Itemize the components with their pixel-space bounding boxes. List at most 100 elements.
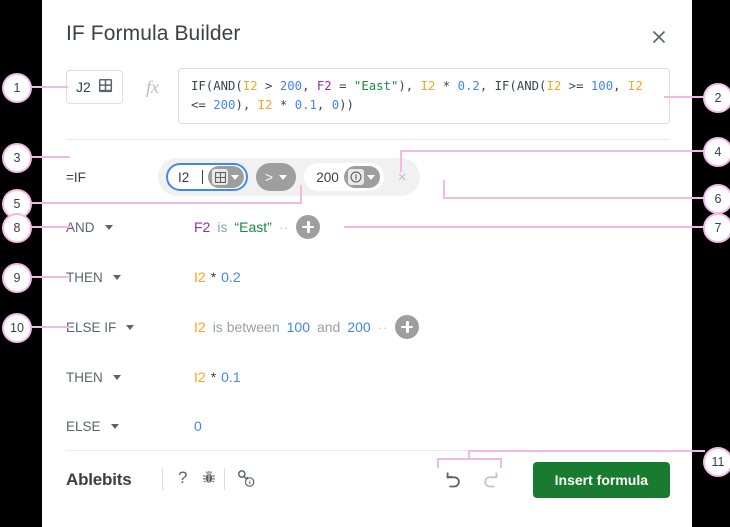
if-formula-builder-dialog: IF Formula Builder J2 fx IF(AND(I2 > 200…	[42, 0, 692, 527]
then-2-operator: *	[210, 369, 217, 385]
plus-icon	[296, 215, 321, 239]
formula-token: I2	[546, 79, 562, 93]
chevron-down-icon	[279, 174, 288, 180]
callout-2: 2	[703, 83, 730, 113]
callout-leader-11b	[500, 458, 502, 468]
insert-formula-button[interactable]: Insert formula	[532, 462, 670, 498]
reference-input-value: I2	[178, 169, 190, 185]
row-label-else-if: ELSE IF	[66, 320, 158, 335]
operator-value: >	[265, 169, 274, 185]
reference-input[interactable]: I2	[166, 163, 248, 191]
callout-leader-4a	[400, 150, 402, 172]
delete-condition-button[interactable]: ×	[392, 170, 413, 185]
condition-row-else-if: ELSE IF I2 is between 100 and 200 ··	[66, 314, 670, 340]
formula-token: ,	[316, 98, 332, 112]
text-cursor	[202, 170, 203, 184]
row-label-then-2: THEN	[66, 370, 158, 385]
else-expression[interactable]: 0	[194, 418, 202, 434]
chevron-down-icon[interactable]	[112, 374, 121, 380]
callout-leader-5b	[28, 202, 302, 204]
chevron-down-icon[interactable]	[110, 423, 119, 429]
divider-top	[66, 139, 670, 140]
cell-reference-label: J2	[76, 79, 91, 95]
formula-token: 200	[279, 79, 303, 93]
chevron-down-icon[interactable]	[112, 274, 121, 280]
operator-dropdown[interactable]: >	[256, 163, 297, 191]
bug-icon[interactable]	[200, 468, 218, 491]
formula-token: "East"	[353, 79, 399, 93]
value-type-chip[interactable]	[343, 166, 380, 188]
and-value: “East”	[234, 219, 272, 235]
callout-leader-9	[28, 276, 70, 278]
formula-token: I2	[420, 79, 436, 93]
callout-leader-6b	[443, 197, 705, 199]
else-if-label: ELSE IF	[66, 319, 117, 335]
undo-icon[interactable]	[441, 470, 463, 497]
else-if-reference: I2	[194, 319, 206, 335]
then-1-reference: I2	[194, 269, 206, 285]
formula-token: I2	[242, 79, 258, 93]
then-label: THEN	[66, 269, 103, 285]
question-mark-icon[interactable]: ?	[178, 468, 187, 488]
ablebits-logo: Ablebits	[66, 470, 132, 490]
formula-token: 200	[213, 98, 236, 112]
key-info-icon[interactable]	[236, 468, 256, 493]
callout-9: 9	[2, 263, 32, 293]
formula-token: I2	[627, 79, 643, 93]
callout-leader-6a	[443, 180, 445, 198]
fx-icon: fx	[146, 77, 159, 97]
formula-textbox[interactable]: IF(AND(I2 > 200, F2 = "East"), I2 * 0.2,…	[178, 68, 670, 124]
cell-reference-button[interactable]: J2	[66, 70, 123, 104]
callout-leader-3	[28, 156, 70, 158]
dialog-footer: Ablebits ? Insert formula	[66, 462, 670, 504]
footer-divider-2	[224, 468, 225, 490]
footer-divider-1	[162, 468, 163, 490]
callout-leader-7	[344, 226, 705, 228]
formula-token: , IF(AND(	[479, 79, 547, 93]
and-expression[interactable]: F2 is “East” ··	[194, 215, 321, 239]
add-condition-button[interactable]	[395, 315, 420, 339]
value-input[interactable]: 200	[304, 163, 384, 191]
dialog-title: IF Formula Builder	[66, 22, 241, 45]
close-icon[interactable]	[646, 24, 672, 50]
callout-leader-8	[28, 226, 72, 228]
row-label-then-1: THEN	[66, 270, 158, 285]
chevron-down-icon	[366, 174, 375, 180]
formula-token: I2	[257, 98, 273, 112]
callout-7: 7	[703, 213, 730, 243]
callout-leader-11a	[437, 458, 439, 468]
formula-token: >=	[561, 79, 591, 93]
else-value: 0	[194, 418, 202, 434]
callout-4: 4	[703, 137, 730, 167]
add-condition-button[interactable]	[296, 215, 321, 239]
then-1-expression[interactable]: I2 * 0.2	[194, 269, 241, 285]
chevron-down-icon[interactable]	[126, 324, 135, 330]
formula-token: ,	[613, 79, 628, 93]
redo-icon[interactable]	[481, 470, 503, 497]
callout-leader-4b	[400, 150, 705, 152]
screenshot-stage: IF Formula Builder J2 fx IF(AND(I2 > 200…	[0, 0, 730, 527]
formula-token: ),	[398, 79, 421, 93]
chevron-down-icon[interactable]	[104, 224, 113, 230]
formula-token: ,	[302, 79, 317, 93]
then-2-expression[interactable]: I2 * 0.1	[194, 369, 241, 385]
row-label-if: =IF	[66, 170, 158, 185]
chevron-down-icon	[231, 174, 239, 180]
else-if-value-low: 100	[286, 319, 310, 335]
formula-bar: J2 fx IF(AND(I2 > 200, F2 = "East"), I2 …	[66, 68, 670, 124]
callout-8: 8	[2, 213, 32, 243]
callout-leader-10	[30, 326, 70, 328]
range-picker-chip[interactable]	[208, 166, 244, 188]
and-reference: F2	[194, 219, 211, 235]
else-if-operator: is between	[212, 319, 280, 335]
formula-token: IF(AND(	[191, 79, 243, 93]
callout-11: 11	[703, 447, 730, 477]
formula-token: *	[272, 98, 295, 112]
formula-token: 100	[590, 79, 614, 93]
grid-icon	[212, 169, 228, 185]
value-input-value: 200	[316, 169, 339, 185]
then-2-value: 0.1	[221, 369, 241, 385]
callout-leader-11c	[437, 458, 502, 460]
result-row-else: ELSE 0	[66, 413, 670, 439]
else-if-expression[interactable]: I2 is between 100 and 200 ··	[194, 315, 420, 339]
